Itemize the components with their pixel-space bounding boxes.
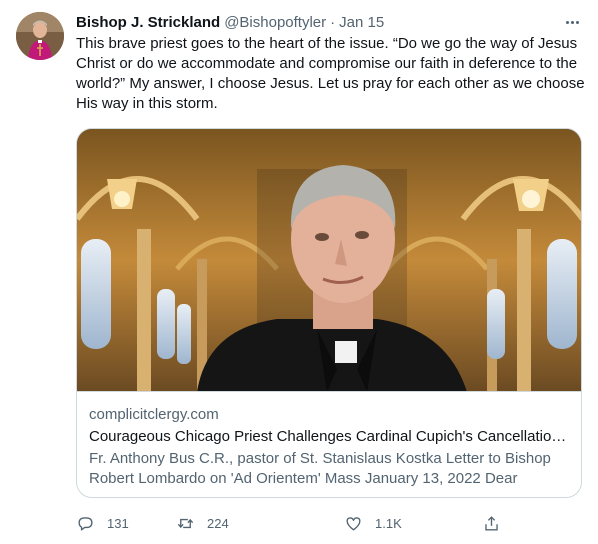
heart-icon (346, 516, 361, 531)
card-image[interactable] (77, 129, 581, 392)
like-button[interactable]: 1.1K (344, 512, 402, 534)
card-description: Fr. Anthony Bus C.R., pastor of St. Stan… (89, 450, 551, 487)
share-button[interactable] (482, 512, 501, 534)
card-domain: complicitclergy.com (89, 406, 219, 423)
reply-icon (78, 516, 93, 531)
reply-button[interactable]: 131 (76, 512, 129, 534)
card-title[interactable]: Courageous Chicago Priest Challenges Car… (89, 427, 571, 447)
tweet[interactable]: Bishop J. Strickland @Bishopoftyler · Ja… (0, 0, 598, 544)
avatar[interactable] (16, 12, 64, 60)
display-name[interactable]: Bishop J. Strickland (76, 14, 220, 31)
card-meta: complicitclergy.com Courageous Chicago P… (89, 405, 571, 489)
link-card[interactable]: complicitclergy.com Courageous Chicago P… (76, 128, 582, 498)
tweet-text: This brave priest goes to the heart of t… (76, 35, 585, 112)
more-horizontal-icon[interactable] (560, 10, 584, 34)
reply-count: 131 (107, 515, 129, 531)
retweet-count: 224 (207, 515, 229, 531)
user-handle[interactable]: @Bishopoftyler (224, 14, 326, 31)
retweet-button[interactable]: 224 (176, 512, 229, 534)
like-count: 1.1K (375, 515, 402, 531)
tweet-header: Bishop J. Strickland @Bishopoftyler · Ja… (76, 12, 384, 32)
separator-dot: · (330, 13, 336, 31)
retweet-icon (177, 518, 194, 528)
share-icon (485, 515, 498, 531)
tweet-date[interactable]: Jan 15 (339, 14, 384, 31)
action-bar: 131 224 1.1K (76, 512, 498, 534)
